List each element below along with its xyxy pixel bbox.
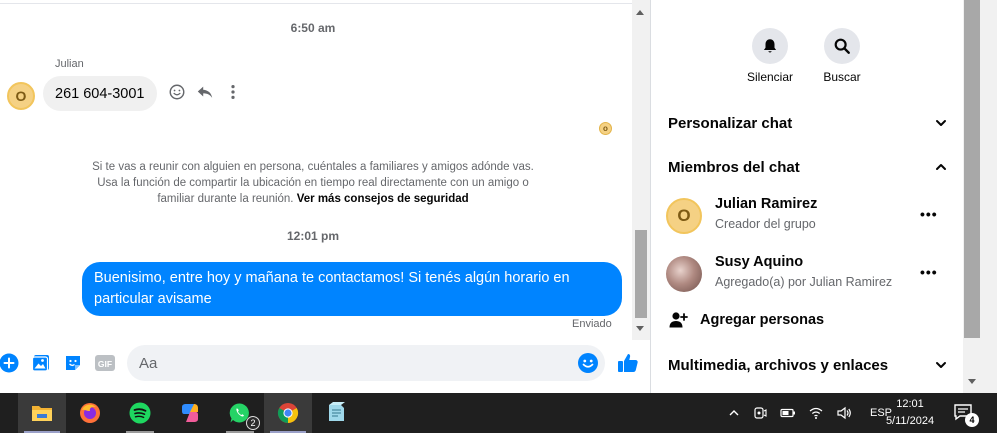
bell-icon[interactable]: [752, 28, 788, 64]
scroll-down-arrow-icon[interactable]: [636, 326, 644, 331]
chat-header-edge: [0, 0, 632, 4]
safety-notice: Si te vas a reunir con alguien en person…: [90, 159, 536, 207]
gif-icon[interactable]: GIF: [94, 352, 116, 374]
chat-members-label: Miembros del chat: [668, 158, 800, 176]
member-row[interactable]: O Julian Ramirez Creador del grupo •••: [666, 194, 946, 238]
member-name: Julian Ramirez: [715, 196, 818, 212]
windows-taskbar: 2 ESP 12:01 5/11/2024 4: [0, 393, 997, 433]
customize-chat-row[interactable]: Personalizar chat: [668, 111, 948, 135]
plus-icon[interactable]: [0, 352, 20, 374]
message-input[interactable]: [127, 345, 557, 381]
member-row[interactable]: Susy Aquino Agregado(a) por Julian Ramir…: [666, 252, 946, 296]
mute-button[interactable]: Silenciar: [730, 28, 810, 84]
sender-name: Julian: [55, 58, 84, 70]
chrome-icon[interactable]: [264, 393, 312, 433]
outgoing-message-bubble[interactable]: Buenisimo, entre hoy y mañana te contact…: [82, 262, 622, 316]
member-avatar[interactable]: [666, 256, 702, 292]
member-more-icon[interactable]: •••: [920, 264, 938, 280]
scrollbar-thumb[interactable]: [964, 0, 980, 338]
media-files-links-label: Multimedia, archivos y enlaces: [668, 356, 889, 374]
customize-chat-label: Personalizar chat: [668, 114, 793, 132]
chevron-up-icon[interactable]: [728, 407, 740, 419]
sender-avatar[interactable]: O: [7, 82, 35, 110]
scrollbar-thumb[interactable]: [635, 230, 647, 318]
volume-icon[interactable]: [836, 406, 852, 420]
file-explorer-icon[interactable]: [18, 393, 66, 433]
whatsapp-badge: 2: [246, 416, 260, 430]
react-emoji-icon[interactable]: [168, 83, 186, 101]
notepad-icon[interactable]: [312, 393, 360, 433]
message-composer: GIF: [0, 344, 650, 384]
chat-members-row[interactable]: Miembros del chat: [668, 155, 948, 179]
firefox-icon[interactable]: [66, 393, 114, 433]
chevron-up-icon: [936, 164, 946, 170]
scroll-down-arrow-icon[interactable]: [968, 379, 976, 384]
chat-scrollbar[interactable]: [632, 0, 650, 340]
member-more-icon[interactable]: •••: [920, 206, 938, 222]
media-files-links-row[interactable]: Multimedia, archivos y enlaces: [668, 353, 948, 377]
member-name: Susy Aquino: [715, 254, 804, 270]
svg-text:GIF: GIF: [98, 359, 112, 369]
sticker-icon[interactable]: [62, 352, 84, 374]
search-icon[interactable]: [824, 28, 860, 64]
system-clock[interactable]: 12:01 5/11/2024: [880, 396, 940, 430]
photo-icon[interactable]: [30, 352, 52, 374]
incoming-message-bubble[interactable]: 261 604-3001: [43, 76, 157, 111]
member-role: Agregado(a) por Julian Ramirez: [715, 275, 893, 289]
search-button[interactable]: Buscar: [802, 28, 882, 84]
message-timestamp: 6:50 am: [290, 21, 336, 35]
sent-status: Enviado: [572, 318, 612, 330]
clock-date: 5/11/2024: [885, 415, 935, 427]
message-timestamp: 12:01 pm: [286, 229, 340, 243]
scroll-up-arrow-icon[interactable]: [636, 10, 644, 15]
member-avatar[interactable]: O: [666, 198, 702, 234]
reply-icon[interactable]: [196, 83, 214, 101]
search-label: Buscar: [823, 70, 861, 84]
add-people-label: Agregar personas: [700, 312, 825, 328]
wifi-icon[interactable]: [808, 406, 824, 420]
message-input-box[interactable]: [127, 345, 605, 381]
spotify-icon[interactable]: [116, 393, 164, 433]
chat-pane: 6:50 am Julian O 261 604-3001 o Si te va…: [0, 0, 650, 393]
chevron-down-icon: [936, 362, 946, 368]
whatsapp-icon[interactable]: 2: [216, 393, 264, 433]
emoji-icon[interactable]: [577, 352, 599, 374]
safety-tips-link[interactable]: Ver más consejos de seguridad: [297, 193, 469, 205]
meet-now-icon[interactable]: [752, 406, 768, 420]
chevron-down-icon: [936, 120, 946, 126]
info-scrollbar[interactable]: [963, 0, 997, 393]
battery-icon[interactable]: [780, 407, 796, 419]
member-role: Creador del grupo: [715, 217, 816, 231]
notifications-badge: 4: [965, 413, 979, 427]
message-actions: [168, 83, 242, 101]
add-person-icon: [669, 312, 688, 328]
chat-info-panel: Silenciar Buscar Personalizar chat Miemb…: [651, 0, 963, 393]
more-options-icon[interactable]: [224, 83, 242, 101]
add-people-button[interactable]: Agregar personas: [668, 310, 824, 330]
copilot-icon[interactable]: [166, 393, 214, 433]
system-tray: ESP: [728, 393, 892, 433]
like-thumb-icon[interactable]: [616, 351, 640, 375]
clock-time: 12:01: [896, 398, 924, 410]
read-receipt-avatar: o: [599, 122, 612, 135]
mute-label: Silenciar: [746, 70, 794, 84]
